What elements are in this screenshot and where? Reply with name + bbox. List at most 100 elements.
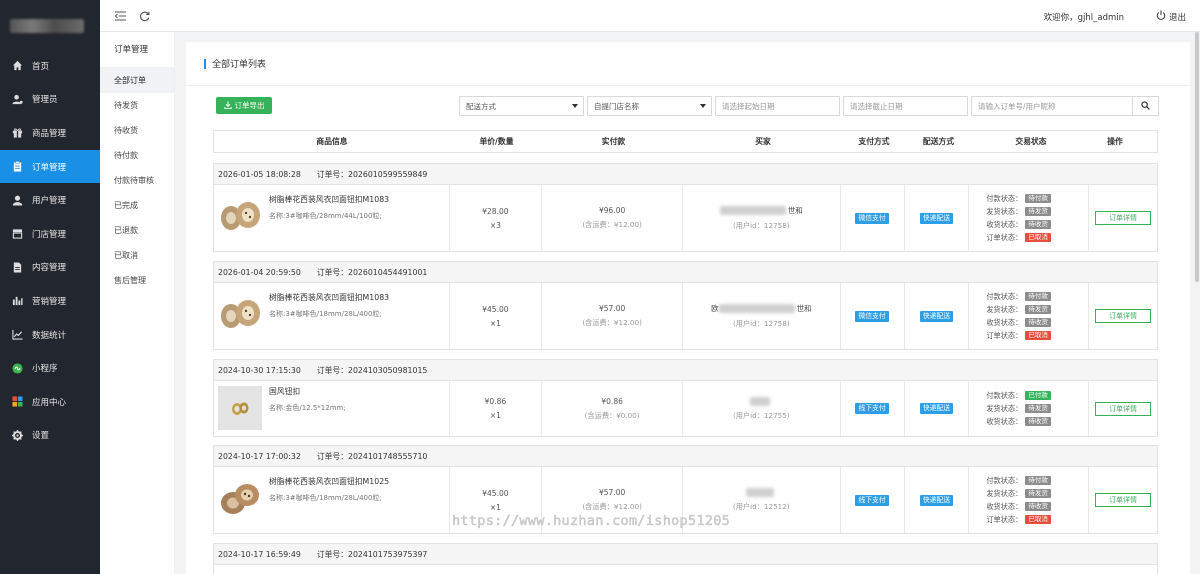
product-thumbnail[interactable] [218,386,262,430]
action-cell: 订单详情 [1089,381,1157,436]
sidebar-item-mini-program[interactable]: 小程序 [0,351,100,385]
status-badge: 待付款 [1025,194,1051,203]
subnav-item-pending-payment[interactable]: 待付款 [100,143,174,168]
col-status: 交易状态 [1015,137,1047,146]
goods-name[interactable]: 国风钮扣 [269,386,346,397]
goods-cell: 国风钮扣 名称:金色/12.5*12mm; [214,381,450,436]
export-orders-button[interactable]: 订单导出 [216,97,272,114]
end-date-input[interactable]: 请选择截止日期 [843,96,968,116]
status-badge: 待付款 [1025,292,1051,301]
buyer-cell: 世和 (用户id：12758) [683,185,841,251]
order-number: 订单号：2024101753975397 [316,549,428,559]
goods-info: 树脂棒花西装风衣凹面钮扣M1083 名称:3#咖啡色/18mm/28L/400粒… [269,292,389,319]
subnav-item-after-sales[interactable]: 售后管理 [100,268,174,293]
order-detail-button[interactable]: 订单详情 [1095,493,1152,507]
subnav-item-pending-receipt[interactable]: 待收货 [100,118,174,143]
subnav-item-pending-shipment[interactable]: 待发货 [100,93,174,118]
ship-method-value: 配送方式 [466,101,496,111]
action-cell: 订单详情 [1089,467,1157,533]
export-label: 订单导出 [234,101,265,110]
status-label: 收货状态： [986,501,1023,511]
status-badge: 待发货 [1025,207,1051,216]
col-goods: 商品信息 [316,137,348,146]
sidebar-item-users[interactable]: 用户管理 [0,183,100,217]
status-label: 订单状态： [986,330,1023,340]
logout-button[interactable]: 退出 [1156,10,1186,23]
ship-method-tag: 快递配送 [919,403,954,414]
user-id: (用户id：12758) [733,221,790,230]
buyer-cell: 欧 世和 (用户id：12758) [683,283,841,349]
goods-cell: 树脂棒花西装风衣凹面钮扣M1025 名称:3#咖啡色/18mm/28L/400粒… [214,467,450,533]
order-detail-button[interactable]: 订单详情 [1095,211,1152,225]
goods-name[interactable]: 树脂棒花西装风衣凹面钮扣M1025 [269,476,389,487]
order-header: 2026-01-05 18:08:28 订单号：2026010599559849 [214,164,1157,185]
sidebar-item-content[interactable]: 内容管理 [0,251,100,285]
quantity: ×1 [489,318,501,328]
status-row: 付款状态： 待付款 [986,476,1051,486]
product-thumbnail[interactable] [218,476,262,520]
pay-method-tag: 微信支付 [855,212,889,224]
paid-amount: ¥96.00 [599,206,626,215]
status-label: 付款状态： [986,193,1023,203]
order-number: 订单号：2024101748555710 [316,451,428,461]
status-row: 付款状态： 待付款 [986,292,1051,302]
price-cell: ¥28.00 ×3 [450,185,543,251]
status-label: 付款状态： [986,390,1023,400]
line-chart-icon [11,329,23,341]
subnav-item-refunded[interactable]: 已退款 [100,218,174,243]
sidebar-item-orders[interactable]: 订单管理 [0,149,100,184]
refresh-icon[interactable] [137,9,151,23]
order-detail-button[interactable]: 订单详情 [1095,309,1152,323]
status-badge: 待发货 [1025,489,1051,498]
sidebar-item-admin[interactable]: 管理员 [0,83,100,117]
sidebar-item-stores[interactable]: 门店管理 [0,217,100,251]
subnav-item-cancelled[interactable]: 已取消 [100,243,174,268]
order-row: 树脂棒花西装风衣凹面钮扣M1083 名称:3#咖啡色/28mm/44L/100粒… [214,185,1157,251]
sidebar-item-marketing[interactable]: 营销管理 [0,284,100,318]
goods-cell: 树脂棒花西装风衣凹面钮扣M1083 名称:3#咖啡色/28mm/44L/100粒… [214,185,450,251]
sidebar-item-goods[interactable]: 商品管理 [0,116,100,150]
subnav-item-completed[interactable]: 已完成 [100,193,174,218]
order-number: 订单号：2024103050981015 [316,365,428,375]
logo [0,0,100,42]
user-id: (用户id：12512) [733,502,790,511]
chevron-down-icon [572,104,578,108]
page-scrollbar[interactable] [1195,32,1199,282]
sidebar-item-settings[interactable]: 设置 [0,419,100,453]
top-bar: 欢迎你，gjhl_admin 退出 [100,0,1200,32]
search-button[interactable] [1132,96,1159,116]
subnav-item-payment-review[interactable]: 付款待审核 [100,168,174,193]
store-select[interactable]: 自提门店名称 [587,96,712,116]
admin-icon [11,93,23,105]
menu-toggle-icon[interactable] [113,9,127,23]
status-badge: 待收货 [1025,417,1051,426]
col-ship-method: 配送方式 [922,137,955,146]
start-date-input[interactable]: 请选择起始日期 [715,96,840,116]
goods-name[interactable]: 树脂棒花西装风衣凹面钮扣M1083 [269,194,389,205]
order-detail-button[interactable]: 订单详情 [1095,401,1152,416]
sidebar-item-statistics[interactable]: 数据统计 [0,318,100,352]
subnav-item-all-orders[interactable]: 全部订单 [100,68,174,93]
sidebar-item-label: 管理员 [32,95,58,106]
freight-note: (含运费：¥12.00) [582,318,642,327]
user-id: (用户id：12758) [733,319,790,328]
subnav-title: 订单管理 [100,32,174,68]
goods-spec: 名称:3#咖啡色/28mm/44L/100粒; [269,212,382,220]
product-thumbnail[interactable] [218,194,262,238]
col-pay-method: 支付方式 [858,137,890,146]
product-thumbnail[interactable] [218,292,262,336]
redacted-block [746,488,775,497]
keyword-search-input[interactable]: 请输入订单号/用户昵称 [971,96,1133,116]
sidebar-item-app-center[interactable]: 应用中心 [0,385,100,419]
sidebar-item-label: 首页 [32,61,50,72]
sidebar-item-home[interactable]: 首页 [0,49,100,83]
order-header: 2024-10-17 16:59:49 订单号：2024101753975397 [214,544,1157,565]
status-badge: 待收货 [1025,318,1051,327]
chevron-down-icon [700,104,706,108]
goods-name[interactable]: 树脂棒花西装风衣凹面钮扣M1083 [269,292,389,303]
order-header: 2026-01-04 20:59:50 订单号：2026010454491001 [214,262,1157,283]
sub-navigation: 订单管理 全部订单 待发货 待收货 待付款 付款待审核 已完成 已退款 已取消 … [100,32,175,574]
ship-method-select[interactable]: 配送方式 [459,96,584,116]
order-time: 2024-10-30 17:15:30 [218,365,301,375]
goods-spec: 名称:3#咖啡色/18mm/28L/400粒; [269,310,382,318]
